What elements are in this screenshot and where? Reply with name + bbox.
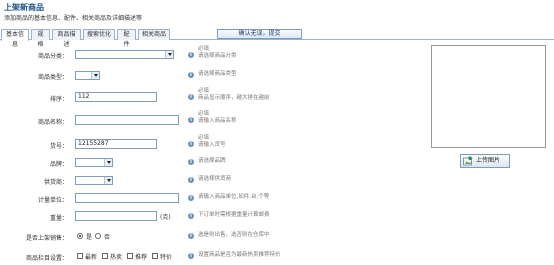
flag-hot-label: 热卖 bbox=[110, 254, 123, 261]
supplier-hint: 请选择供货商 bbox=[198, 176, 232, 182]
chevron-down-icon bbox=[165, 51, 173, 58]
name-hint: 请输入商品名称 bbox=[198, 118, 237, 124]
tab-seo[interactable]: 搜索优化 bbox=[83, 29, 115, 40]
info-icon: i bbox=[188, 52, 194, 58]
weight-label: 重量： bbox=[49, 215, 68, 222]
tab-accessories[interactable]: 配件 bbox=[117, 29, 136, 48]
on-sale-hint: 选是则出售，选否则在仓库中 bbox=[198, 232, 270, 238]
chevron-down-icon bbox=[104, 177, 112, 184]
on-sale-no-radio[interactable] bbox=[95, 233, 101, 239]
sku-hint: 请输入货号 bbox=[198, 142, 226, 148]
upload-image-icon bbox=[463, 156, 473, 166]
sku-input[interactable]: 12155287 bbox=[75, 139, 157, 149]
flags-hint: 设置商品是否为最新热卖推荐特价 bbox=[198, 252, 281, 258]
info-icon: i bbox=[188, 117, 194, 123]
sort-label: 排序： bbox=[49, 96, 68, 103]
on-sale-label: 是否上架销售： bbox=[25, 235, 68, 242]
name-input[interactable] bbox=[75, 115, 179, 125]
flag-hot-checkbox[interactable] bbox=[102, 253, 108, 259]
flag-recommend-label: 推荐 bbox=[135, 254, 148, 261]
unit-label: 计量单位： bbox=[37, 197, 68, 204]
brand-label: 品牌： bbox=[49, 161, 68, 168]
info-icon: i bbox=[188, 141, 194, 147]
page-subtitle: 添加商品的基本信息、配件、相关商品及详细描述等 bbox=[4, 15, 143, 22]
weight-unit: (克) bbox=[160, 214, 171, 221]
weight-input[interactable] bbox=[75, 211, 157, 221]
category-hint: 请选择商品分类 bbox=[198, 53, 237, 59]
brand-select[interactable] bbox=[75, 158, 113, 167]
upload-image-button[interactable]: 上传图片 bbox=[460, 154, 510, 168]
category-hint-required: 必填 bbox=[198, 46, 210, 52]
page-header: 上架新商品 添加商品的基本信息、配件、相关商品及详细描述等 bbox=[0, 0, 554, 26]
flag-recommend-checkbox[interactable] bbox=[127, 253, 133, 259]
tab-basic-info[interactable]: 基本信息 bbox=[1, 29, 29, 48]
sort-input[interactable]: 112 bbox=[75, 92, 157, 102]
supplier-label: 供货商： bbox=[43, 179, 68, 186]
info-icon: i bbox=[188, 94, 194, 100]
flag-special-label: 特价 bbox=[160, 254, 173, 261]
page-title: 上架新商品 bbox=[4, 3, 44, 12]
sku-hint-required: 必填 bbox=[198, 135, 210, 141]
type-label: 商品类型： bbox=[37, 74, 68, 81]
supplier-select[interactable] bbox=[75, 176, 113, 185]
unit-hint: 请输入商品单位,如件,台,个等 bbox=[198, 194, 270, 200]
flag-new-checkbox[interactable] bbox=[77, 253, 83, 259]
info-icon: i bbox=[188, 195, 194, 201]
type-hint: 请选择商品类型 bbox=[198, 71, 237, 77]
info-icon: i bbox=[188, 159, 194, 165]
submit-button[interactable]: 确认无误，提交 bbox=[217, 29, 302, 39]
tab-description[interactable]: 商品描述 bbox=[52, 29, 81, 48]
chevron-down-icon bbox=[104, 159, 112, 166]
category-label: 商品分类： bbox=[37, 53, 68, 60]
info-icon: i bbox=[188, 233, 194, 239]
weight-hint: 下订单时需根据重量计算邮费 bbox=[198, 212, 270, 218]
chevron-down-icon bbox=[91, 72, 99, 79]
sort-hint: 商品显示顺序，越大排在越前 bbox=[198, 95, 270, 101]
flag-special-checkbox[interactable] bbox=[152, 253, 158, 259]
sku-label: 货号： bbox=[49, 143, 68, 150]
info-icon: i bbox=[188, 177, 194, 183]
flag-new-label: 最新 bbox=[85, 254, 98, 261]
image-preview bbox=[431, 45, 546, 148]
brand-hint: 请选择品牌 bbox=[198, 158, 226, 164]
name-hint-required: 必填 bbox=[198, 111, 210, 117]
category-select[interactable] bbox=[75, 50, 174, 59]
on-sale-yes-label: 是 bbox=[86, 234, 93, 241]
info-icon: i bbox=[188, 213, 194, 219]
unit-input[interactable] bbox=[75, 193, 179, 203]
type-select[interactable] bbox=[75, 71, 100, 80]
on-sale-no-label: 否 bbox=[104, 234, 111, 241]
tab-spec[interactable]: 规格 bbox=[31, 29, 50, 48]
name-label: 商品名称： bbox=[37, 119, 68, 126]
tab-related[interactable]: 相关商品 bbox=[138, 29, 170, 40]
upload-image-label: 上传图片 bbox=[476, 157, 501, 164]
on-sale-yes-radio[interactable] bbox=[77, 233, 83, 239]
sort-hint-required: 必填 bbox=[198, 88, 210, 94]
info-icon: i bbox=[188, 253, 194, 259]
info-icon: i bbox=[188, 72, 194, 78]
flags-label: 商品栏目设置： bbox=[25, 255, 68, 262]
